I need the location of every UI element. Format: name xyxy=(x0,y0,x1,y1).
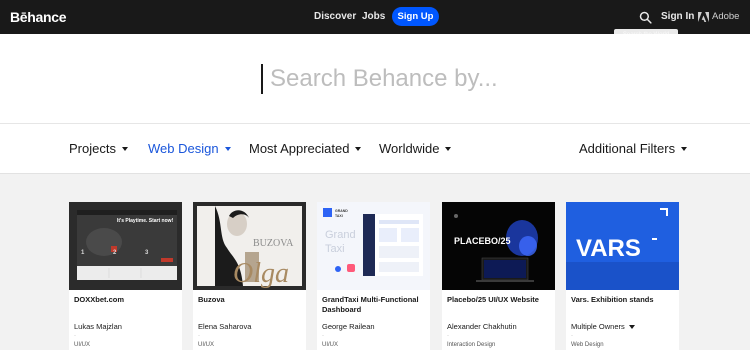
filter-most-appreciated-label: Most Appreciated xyxy=(249,141,350,156)
project-field[interactable]: Interaction Design xyxy=(447,342,495,348)
filter-additional[interactable]: Additional Filters xyxy=(579,141,688,156)
owner-name: Lukas Majzlan xyxy=(74,322,122,331)
text-cursor xyxy=(261,64,263,94)
filter-web-design-label: Web Design xyxy=(148,141,219,156)
adobe-label: Adobe xyxy=(712,11,740,22)
search-icon[interactable] xyxy=(639,11,652,24)
doxxbet-thumbnail-image: It's Playtime. Start now! 1 2 3 xyxy=(69,202,182,290)
project-owner[interactable]: Elena Saharova xyxy=(198,322,251,331)
signup-button[interactable]: Sign Up xyxy=(392,7,439,26)
filter-projects[interactable]: Projects xyxy=(69,141,128,156)
project-owner[interactable]: Lukas Majzlan xyxy=(74,322,122,331)
chevron-down-icon xyxy=(628,325,635,329)
vars-thumbnail-image: VARS xyxy=(566,202,679,290)
search-hero xyxy=(0,34,750,124)
project-title[interactable]: DOXXbet.com xyxy=(74,295,178,305)
nav-discover-link[interactable]: Discover xyxy=(314,11,356,22)
project-title[interactable]: Buzova xyxy=(198,295,302,305)
project-card[interactable]: VARS Vars. Exhibition stands Multiple Ow… xyxy=(566,202,679,350)
project-field[interactable]: Web Design xyxy=(571,342,604,348)
separator-dot: · xyxy=(447,333,449,339)
owner-name: Multiple Owners xyxy=(571,322,625,331)
thumb-script: Olga xyxy=(233,258,289,289)
owner-name: George Railean xyxy=(322,322,375,331)
chevron-down-icon xyxy=(681,147,688,151)
project-title[interactable]: GrandTaxi Multi-Functional Dashboard xyxy=(322,295,426,315)
project-thumbnail[interactable]: VARS xyxy=(566,202,679,290)
project-field[interactable]: UI/UX xyxy=(198,342,214,348)
project-card[interactable]: GRAND TAXI Grand Taxi GrandTaxi Multi-Fu… xyxy=(317,202,430,350)
thumb-big-word: Taxi xyxy=(325,243,345,255)
buzova-thumbnail-image: BUZOVA Olga xyxy=(193,202,306,290)
filter-most-appreciated[interactable]: Most Appreciated xyxy=(249,141,362,156)
chevron-down-icon xyxy=(445,147,452,151)
separator-dot: · xyxy=(198,333,200,339)
project-owner[interactable]: George Railean xyxy=(322,322,375,331)
project-card[interactable]: PLACEBO/25 Placebo/25 UI/UX Website Alex… xyxy=(442,202,555,350)
filter-bar: Projects Web Design Most Appreciated Wor… xyxy=(0,124,750,174)
grandtaxi-thumbnail-image: GRAND TAXI Grand Taxi xyxy=(317,202,430,290)
project-title[interactable]: Vars. Exhibition stands xyxy=(571,295,675,305)
thumb-brand: BUZOVA xyxy=(253,238,294,249)
project-title[interactable]: Placebo/25 UI/UX Website xyxy=(447,295,551,305)
project-thumbnail[interactable]: It's Playtime. Start now! 1 2 3 xyxy=(69,202,182,290)
filter-web-design[interactable]: Web Design xyxy=(148,141,231,156)
project-thumbnail[interactable]: BUZOVA Olga xyxy=(193,202,306,290)
chevron-down-icon xyxy=(355,147,362,151)
nav-jobs-link[interactable]: Jobs xyxy=(362,11,385,22)
project-thumbnail[interactable]: GRAND TAXI Grand Taxi xyxy=(317,202,430,290)
project-thumbnail[interactable]: PLACEBO/25 xyxy=(442,202,555,290)
project-card[interactable]: BUZOVA Olga Buzova Elena Saharova · UI/U… xyxy=(193,202,306,350)
behance-logo[interactable]: Bēhance xyxy=(10,9,67,25)
thumb-headline: PLACEBO/25 xyxy=(454,236,511,246)
signin-link[interactable]: Sign In xyxy=(661,11,694,22)
project-owner[interactable]: Alexander Chakhutin xyxy=(447,322,517,331)
thumb-brand-line2: TAXI xyxy=(335,214,343,218)
adobe-logo-icon xyxy=(698,11,709,22)
project-field[interactable]: UI/UX xyxy=(74,342,90,348)
search-input[interactable] xyxy=(270,62,650,96)
separator-dot: · xyxy=(74,333,76,339)
owner-name: Alexander Chakhutin xyxy=(447,322,517,331)
filter-worldwide[interactable]: Worldwide xyxy=(379,141,452,156)
filter-additional-label: Additional Filters xyxy=(579,141,676,156)
owner-name: Elena Saharova xyxy=(198,322,252,331)
project-card[interactable]: It's Playtime. Start now! 1 2 3 DOXXbet.… xyxy=(69,202,182,350)
chevron-down-icon xyxy=(121,147,128,151)
separator-dot: · xyxy=(571,333,573,339)
placebo-thumbnail-image: PLACEBO/25 xyxy=(442,202,555,290)
filter-worldwide-label: Worldwide xyxy=(379,141,440,156)
filter-projects-label: Projects xyxy=(69,141,116,156)
adobe-link[interactable]: Adobe xyxy=(698,11,739,22)
thumb-big-word: Grand xyxy=(325,229,356,241)
project-field[interactable]: UI/UX xyxy=(322,342,338,348)
thumb-headline: VARS xyxy=(576,235,641,262)
thumb-brand-line1: GRAND xyxy=(335,209,348,213)
separator-dot: · xyxy=(322,333,324,339)
thumb-headline: It's Playtime. Start now! xyxy=(117,218,174,224)
chevron-down-icon xyxy=(224,147,231,151)
project-owner[interactable]: Multiple Owners xyxy=(571,322,635,331)
